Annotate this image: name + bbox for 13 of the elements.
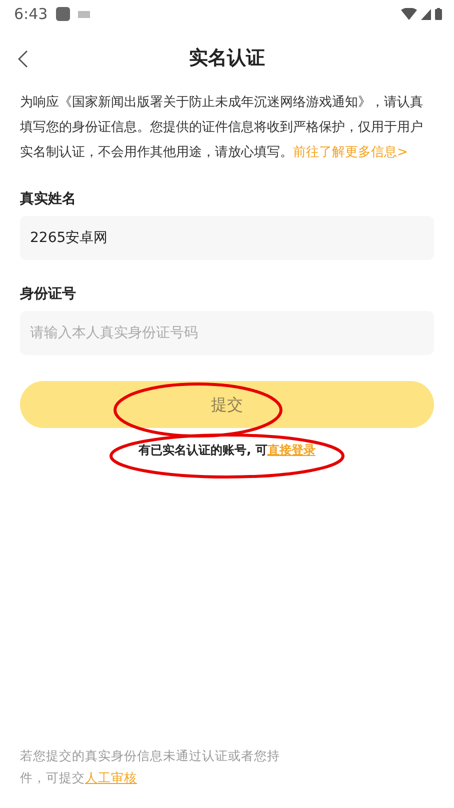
page-title: 实名认证	[189, 46, 265, 70]
manual-review-link[interactable]: 人工审核	[85, 770, 137, 785]
input-field[interactable]: 2265安卓网	[20, 216, 434, 260]
direct-login-link[interactable]: 直接登录	[267, 443, 316, 457]
more-info-link[interactable]: 前往了解更多信息>	[293, 145, 408, 160]
field-label: 身份证号	[20, 285, 77, 304]
notice-text: 为响应《国家新闻出版署关于防止未成年沉迷网络游戏通知》，请认真填写您的身份证信息。您提供的证件信息将收到严格保护，仅用于用户实名制认证，不会用作其他用途，请放心填写。前往了解更多信息>	[19, 94, 424, 162]
footer-text: 若您提交的真实身份信息未通过认证或者您持	[20, 747, 281, 765]
field-label: 真实姓名	[20, 190, 77, 209]
login-hint-text: 有已实名认证的账号, 可直接登录	[138, 443, 316, 457]
status-time: 6:43	[14, 4, 48, 25]
footer-text: 件，可提交人工审核	[20, 770, 137, 785]
input-field[interactable]: 请输入本人真实身份证号码	[20, 311, 434, 355]
